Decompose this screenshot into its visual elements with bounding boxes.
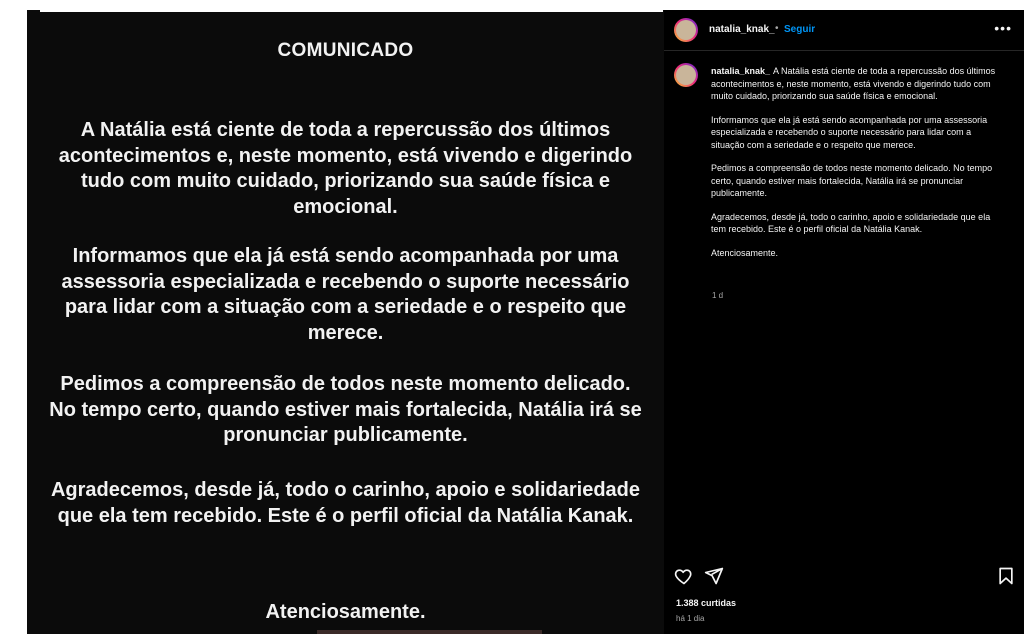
post-time: há 1 dia — [676, 614, 705, 623]
caption: natalia_knak_ A Natália está ciente de to… — [711, 65, 1003, 270]
action-bar — [664, 566, 1024, 590]
post-side-panel: natalia_knak_ • Seguir ••• natalia_knak_… — [664, 10, 1024, 634]
separator-dot: • — [775, 23, 779, 34]
follow-button[interactable]: Seguir — [784, 24, 815, 35]
caption-paragraph: Pedimos a compreensão de todos neste mom… — [711, 163, 993, 198]
image-paragraph: Informamos que ela já está sendo acompan… — [61, 245, 630, 344]
image-top-border — [40, 10, 663, 12]
image-title: COMUNICADO — [277, 40, 414, 61]
image-bottom-strip — [317, 630, 542, 634]
more-horizontal-icon[interactable]: ••• — [994, 20, 1012, 36]
avatar[interactable] — [674, 18, 698, 42]
header-username[interactable]: natalia_knak_ — [709, 24, 775, 35]
caption-paragraph: Agradecemos, desde já, todo o carinho, a… — [711, 211, 991, 235]
caption-age: 1 d — [712, 291, 724, 300]
caption-username[interactable]: natalia_knak_ — [711, 66, 770, 76]
image-paragraph: Atenciosamente. — [265, 601, 426, 623]
caption-paragraph: natalia_knak_ A Natália está ciente de to… — [711, 66, 996, 101]
image-paragraph: Agradecemos, desde já, todo o carinho, a… — [50, 479, 641, 527]
image-paragraph: A Natália está ciente de toda a repercus… — [58, 119, 633, 218]
post-header: natalia_knak_ • Seguir ••• — [664, 10, 1024, 51]
caption-paragraph: Informamos que ela já está sendo acompan… — [711, 114, 988, 150]
post-image[interactable]: COMUNICADO A Natália está ciente de toda… — [27, 10, 664, 634]
heart-icon[interactable] — [674, 566, 694, 586]
bookmark-icon[interactable] — [996, 566, 1016, 586]
caption-paragraph: Atenciosamente. — [711, 247, 779, 258]
likes-count[interactable]: 1.388 curtidas — [676, 598, 736, 608]
caption-avatar[interactable] — [674, 63, 698, 87]
image-paragraph: Pedimos a compreensão de todos neste mom… — [49, 373, 642, 446]
send-icon[interactable] — [704, 566, 724, 586]
